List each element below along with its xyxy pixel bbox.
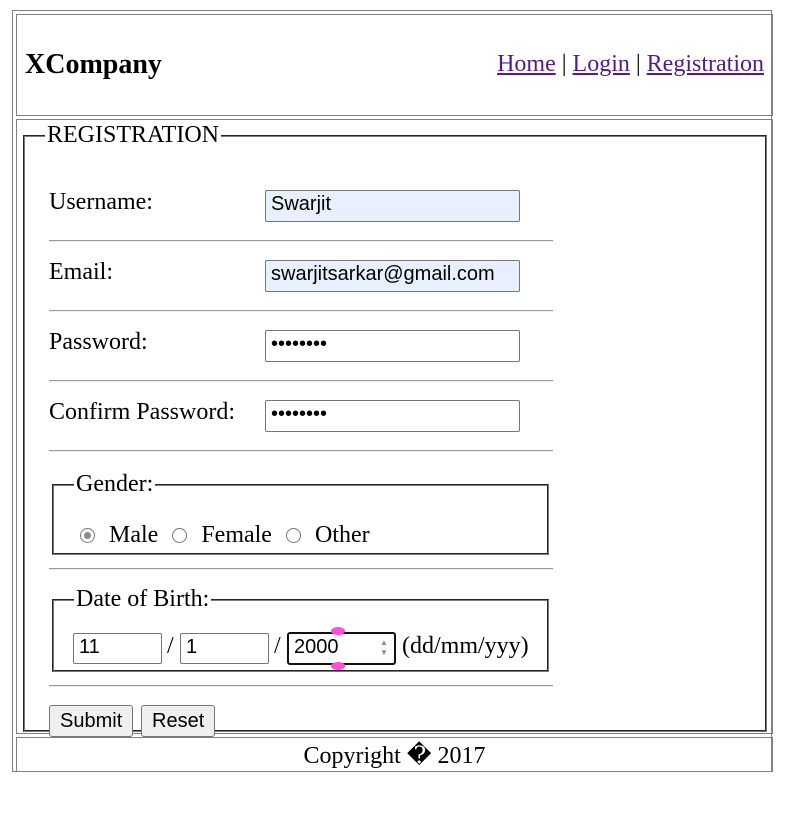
dob-legend: Date of Birth: (76, 586, 210, 612)
nav-separator: | (635, 51, 641, 77)
reset-button[interactable]: Reset (141, 705, 216, 737)
divider (49, 310, 553, 312)
gender-other-label: Other (314, 522, 370, 548)
copyright-text: Copyright � 2017 (303, 743, 486, 769)
submit-button[interactable]: Submit (49, 705, 134, 737)
gender-male-label: Male (109, 522, 159, 548)
dob-fieldset: Date of Birth: 11 / 1 / 2000 ▲ ▼ (dd/mm/y… (52, 586, 549, 672)
password-input[interactable]: •••••••• (265, 330, 520, 362)
email-label: Email: (49, 259, 113, 285)
footer: Copyright � 2017 (16, 737, 773, 772)
gender-female-label: Female (201, 522, 272, 548)
focus-marker-bottom (331, 662, 345, 670)
dob-separator: / (167, 633, 174, 659)
dob-day-input[interactable]: 11 (73, 633, 162, 664)
gender-male-radio[interactable] (80, 528, 95, 543)
divider (49, 685, 553, 687)
nav-home-link[interactable]: Home (497, 51, 556, 77)
username-input[interactable]: Swarjit (265, 190, 520, 222)
username-label: Username: (49, 189, 153, 215)
gender-fieldset: Gender: Male Female Other (52, 471, 549, 555)
top-nav: Home | Login | Registration (497, 51, 764, 78)
nav-login-link[interactable]: Login (573, 51, 630, 77)
gender-legend: Gender: (76, 471, 154, 497)
dob-year-value: 2000 (294, 636, 339, 658)
dob-year-input[interactable]: 2000 ▲ ▼ (287, 632, 396, 665)
gender-female-radio[interactable] (172, 528, 188, 543)
divider (49, 240, 553, 242)
nav-separator: | (561, 51, 567, 77)
year-spinner[interactable]: ▲ ▼ (380, 638, 388, 658)
main-content: REGISTRATION Username: Swarjit Email: sw… (16, 119, 773, 737)
password-label: Password: (49, 329, 148, 355)
registration-legend: REGISTRATION (47, 122, 219, 148)
gender-other-radio[interactable] (285, 528, 301, 543)
divider (49, 450, 553, 452)
header: XCompany Home | Login | Registration (16, 14, 773, 116)
dob-month-input[interactable]: 1 (180, 633, 269, 664)
company-logo: XCompany (25, 49, 162, 80)
dob-format-hint: (dd/mm/yyy) (402, 633, 529, 659)
divider (49, 568, 553, 570)
dob-separator: / (274, 633, 281, 659)
registration-fieldset: REGISTRATION Username: Swarjit Email: sw… (23, 122, 767, 737)
gender-options: Male Female Other (80, 522, 384, 549)
divider (49, 380, 553, 382)
email-input[interactable]: swarjitsarkar@gmail.com (265, 260, 520, 292)
confirm-password-input[interactable]: •••••••• (265, 400, 520, 432)
nav-registration-link[interactable]: Registration (647, 51, 764, 77)
confirm-password-label: Confirm Password: (49, 399, 235, 425)
focus-marker-top (331, 627, 345, 635)
